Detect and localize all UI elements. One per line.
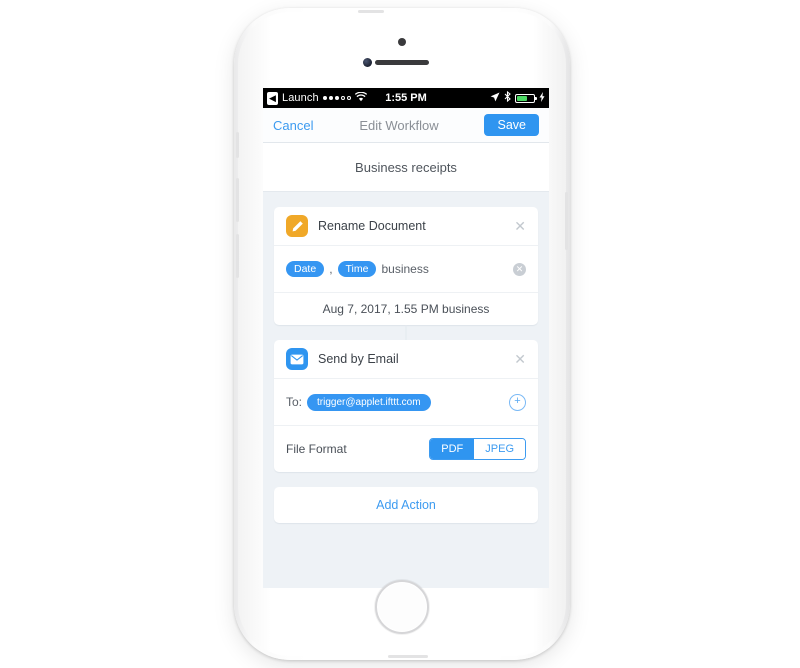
rename-trailing-text[interactable]: business xyxy=(381,262,428,276)
volume-down-button[interactable] xyxy=(236,234,239,278)
action-title: Rename Document xyxy=(318,219,426,233)
segment-pdf[interactable]: PDF xyxy=(430,439,475,459)
file-format-segmented-control[interactable]: PDF JPEG xyxy=(429,438,526,460)
iphone-device: ◀ Launch 1:55 PM Cancel Edit Workflow Sa… xyxy=(234,8,570,660)
status-bar: ◀ Launch 1:55 PM xyxy=(263,88,549,108)
file-format-row: File Format PDF JPEG xyxy=(274,426,538,472)
close-icon[interactable]: ✕ xyxy=(514,352,526,366)
save-button[interactable]: Save xyxy=(484,114,539,136)
file-format-label: File Format xyxy=(286,442,347,456)
status-bar-clock: 1:55 PM xyxy=(385,92,427,104)
power-button[interactable] xyxy=(565,192,568,250)
front-camera-icon xyxy=(363,58,372,67)
proximity-sensor-icon xyxy=(398,38,406,46)
phone-body: ◀ Launch 1:55 PM Cancel Edit Workflow Sa… xyxy=(236,10,568,658)
volume-up-button[interactable] xyxy=(236,178,239,222)
to-label: To: xyxy=(286,395,303,409)
top-antenna-line xyxy=(358,10,384,13)
rename-token-row[interactable]: Date , Time business ✕ xyxy=(274,246,538,293)
workflow-name-field[interactable]: Business receipts xyxy=(263,143,549,192)
navigation-bar: Cancel Edit Workflow Save xyxy=(263,108,549,143)
action-title: Send by Email xyxy=(318,352,399,366)
battery-icon xyxy=(515,93,537,103)
clear-circle-icon[interactable]: ✕ xyxy=(513,262,526,276)
plus-circle-icon[interactable]: + xyxy=(509,393,526,411)
cancel-button[interactable]: Cancel xyxy=(273,118,313,133)
recipient-pill[interactable]: trigger@applet.ifttt.com xyxy=(307,393,431,411)
email-recipient-row[interactable]: To: trigger@applet.ifttt.com + xyxy=(274,379,538,426)
action-card-send-by-email: Send by Email ✕ To: trigger@applet.ifttt… xyxy=(274,340,538,472)
segment-jpeg[interactable]: JPEG xyxy=(474,439,525,459)
token-separator: , xyxy=(329,262,333,276)
action-header: Rename Document ✕ xyxy=(274,207,538,246)
action-header: Send by Email ✕ xyxy=(274,340,538,379)
token-date[interactable]: Date xyxy=(286,261,325,277)
home-button[interactable] xyxy=(375,580,429,634)
envelope-icon xyxy=(286,348,308,370)
close-icon[interactable]: ✕ xyxy=(514,219,526,233)
pencil-icon xyxy=(286,215,308,237)
mute-switch[interactable] xyxy=(236,132,239,158)
action-connector xyxy=(263,325,549,340)
earpiece-speaker xyxy=(375,60,429,65)
phone-screen: ◀ Launch 1:55 PM Cancel Edit Workflow Sa… xyxy=(263,88,549,588)
token-time[interactable]: Time xyxy=(337,261,377,277)
action-card-rename-document: Rename Document ✕ Date , Time business ✕… xyxy=(274,207,538,325)
workflow-editor-content: Business receipts Rename Document ✕ Date… xyxy=(263,143,549,588)
add-action-button[interactable]: Add Action xyxy=(274,487,538,523)
rename-preview-text: Aug 7, 2017, 1.55 PM business xyxy=(322,302,490,316)
page-title: Edit Workflow xyxy=(359,117,439,133)
bottom-antenna-line xyxy=(388,655,428,658)
